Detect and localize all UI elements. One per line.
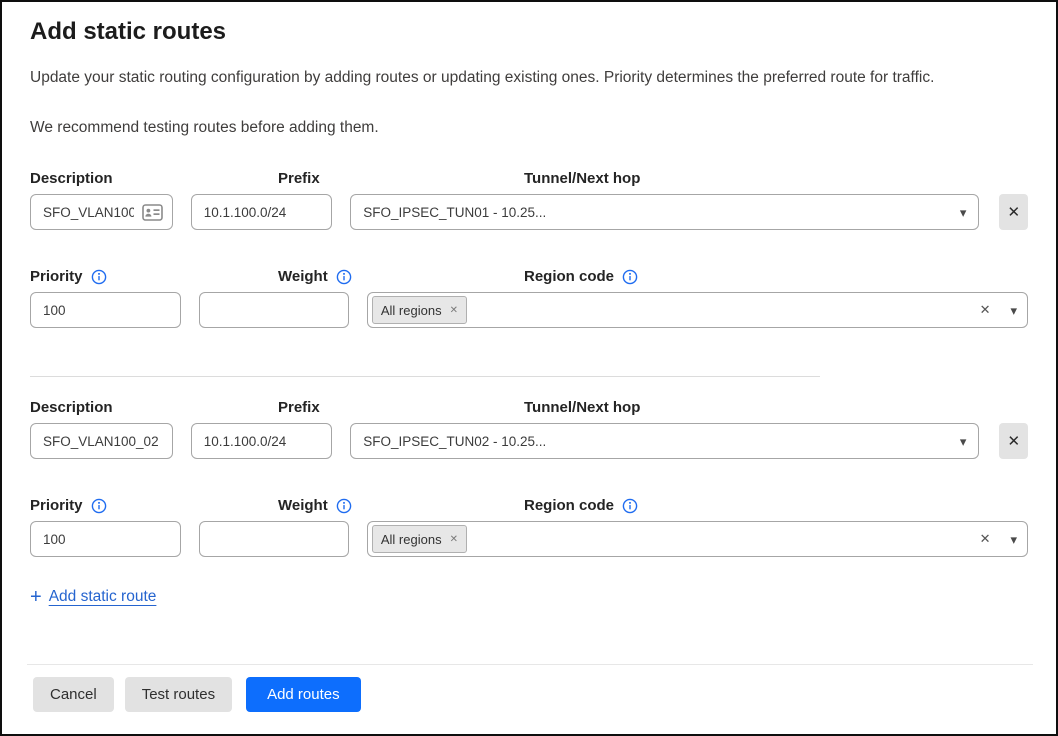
chevron-down-icon: ▾ bbox=[1010, 304, 1017, 317]
info-icon[interactable] bbox=[336, 269, 352, 285]
remove-chip-icon[interactable]: ✕ bbox=[450, 534, 458, 545]
remove-route-button[interactable]: ✕ bbox=[999, 423, 1028, 459]
chevron-down-icon: ▾ bbox=[1010, 533, 1017, 546]
weight-input[interactable] bbox=[199, 521, 349, 557]
tunnel-label: Tunnel/Next hop bbox=[524, 170, 752, 187]
recommendation-text: We recommend testing routes before addin… bbox=[30, 118, 1028, 138]
region-chip-label: All regions bbox=[381, 532, 442, 547]
info-icon[interactable] bbox=[336, 498, 352, 514]
plus-icon: + bbox=[30, 587, 42, 607]
region-chip-label: All regions bbox=[381, 303, 442, 318]
priority-input[interactable] bbox=[30, 292, 181, 328]
region-chip: All regions ✕ bbox=[372, 296, 467, 324]
close-icon: ✕ bbox=[1007, 203, 1020, 221]
close-icon: ✕ bbox=[1007, 432, 1020, 450]
clear-icon[interactable]: ✕ bbox=[980, 531, 991, 547]
route-form-1: Description Prefix Tunnel/Next hop bbox=[30, 170, 1028, 328]
region-label: Region code bbox=[524, 497, 614, 514]
description-input[interactable] bbox=[30, 423, 173, 459]
prefix-label: Prefix bbox=[278, 399, 506, 416]
info-icon[interactable] bbox=[91, 269, 107, 285]
add-routes-button[interactable]: Add routes bbox=[246, 677, 361, 712]
prefix-label: Prefix bbox=[278, 170, 506, 187]
tunnel-label: Tunnel/Next hop bbox=[524, 399, 752, 416]
priority-input[interactable] bbox=[30, 521, 181, 557]
test-routes-button[interactable]: Test routes bbox=[125, 677, 232, 712]
region-chip: All regions ✕ bbox=[372, 525, 467, 553]
remove-route-button[interactable]: ✕ bbox=[999, 194, 1028, 230]
intro-text: Update your static routing configuration… bbox=[30, 68, 1028, 88]
info-icon[interactable] bbox=[622, 498, 638, 514]
dialog-footer: Cancel Test routes Add routes bbox=[27, 664, 1033, 712]
clear-icon[interactable]: ✕ bbox=[980, 302, 991, 318]
dialog-content: Add static routes Update your static rou… bbox=[2, 2, 1056, 607]
route-form-2: Description Prefix Tunnel/Next hop SFO_I… bbox=[30, 399, 1028, 557]
prefix-input[interactable] bbox=[191, 194, 333, 230]
remove-chip-icon[interactable]: ✕ bbox=[450, 305, 458, 316]
region-label: Region code bbox=[524, 268, 614, 285]
weight-label: Weight bbox=[278, 268, 328, 285]
weight-label: Weight bbox=[278, 497, 328, 514]
section-divider bbox=[30, 376, 820, 377]
contact-card-icon bbox=[142, 204, 163, 226]
page-title: Add static routes bbox=[30, 18, 1028, 46]
tunnel-select[interactable]: SFO_IPSEC_TUN02 - 10.25... ▾ bbox=[350, 423, 979, 459]
prefix-input[interactable] bbox=[191, 423, 333, 459]
description-label: Description bbox=[30, 399, 260, 416]
priority-label: Priority bbox=[30, 268, 83, 285]
chevron-down-icon: ▾ bbox=[960, 435, 967, 448]
tunnel-select-value: SFO_IPSEC_TUN01 - 10.25... bbox=[363, 205, 952, 220]
region-select[interactable]: All regions ✕ ✕ ▾ bbox=[367, 521, 1028, 557]
add-static-routes-dialog: { "header": { "title": "Add static route… bbox=[0, 0, 1058, 736]
info-icon[interactable] bbox=[91, 498, 107, 514]
region-select[interactable]: All regions ✕ ✕ ▾ bbox=[367, 292, 1028, 328]
add-static-route-link[interactable]: Add static route bbox=[49, 588, 157, 606]
info-icon[interactable] bbox=[622, 269, 638, 285]
priority-label: Priority bbox=[30, 497, 83, 514]
tunnel-select[interactable]: SFO_IPSEC_TUN01 - 10.25... ▾ bbox=[350, 194, 979, 230]
chevron-down-icon: ▾ bbox=[960, 206, 967, 219]
tunnel-select-value: SFO_IPSEC_TUN02 - 10.25... bbox=[363, 434, 952, 449]
cancel-button[interactable]: Cancel bbox=[33, 677, 114, 712]
weight-input[interactable] bbox=[199, 292, 349, 328]
description-label: Description bbox=[30, 170, 260, 187]
